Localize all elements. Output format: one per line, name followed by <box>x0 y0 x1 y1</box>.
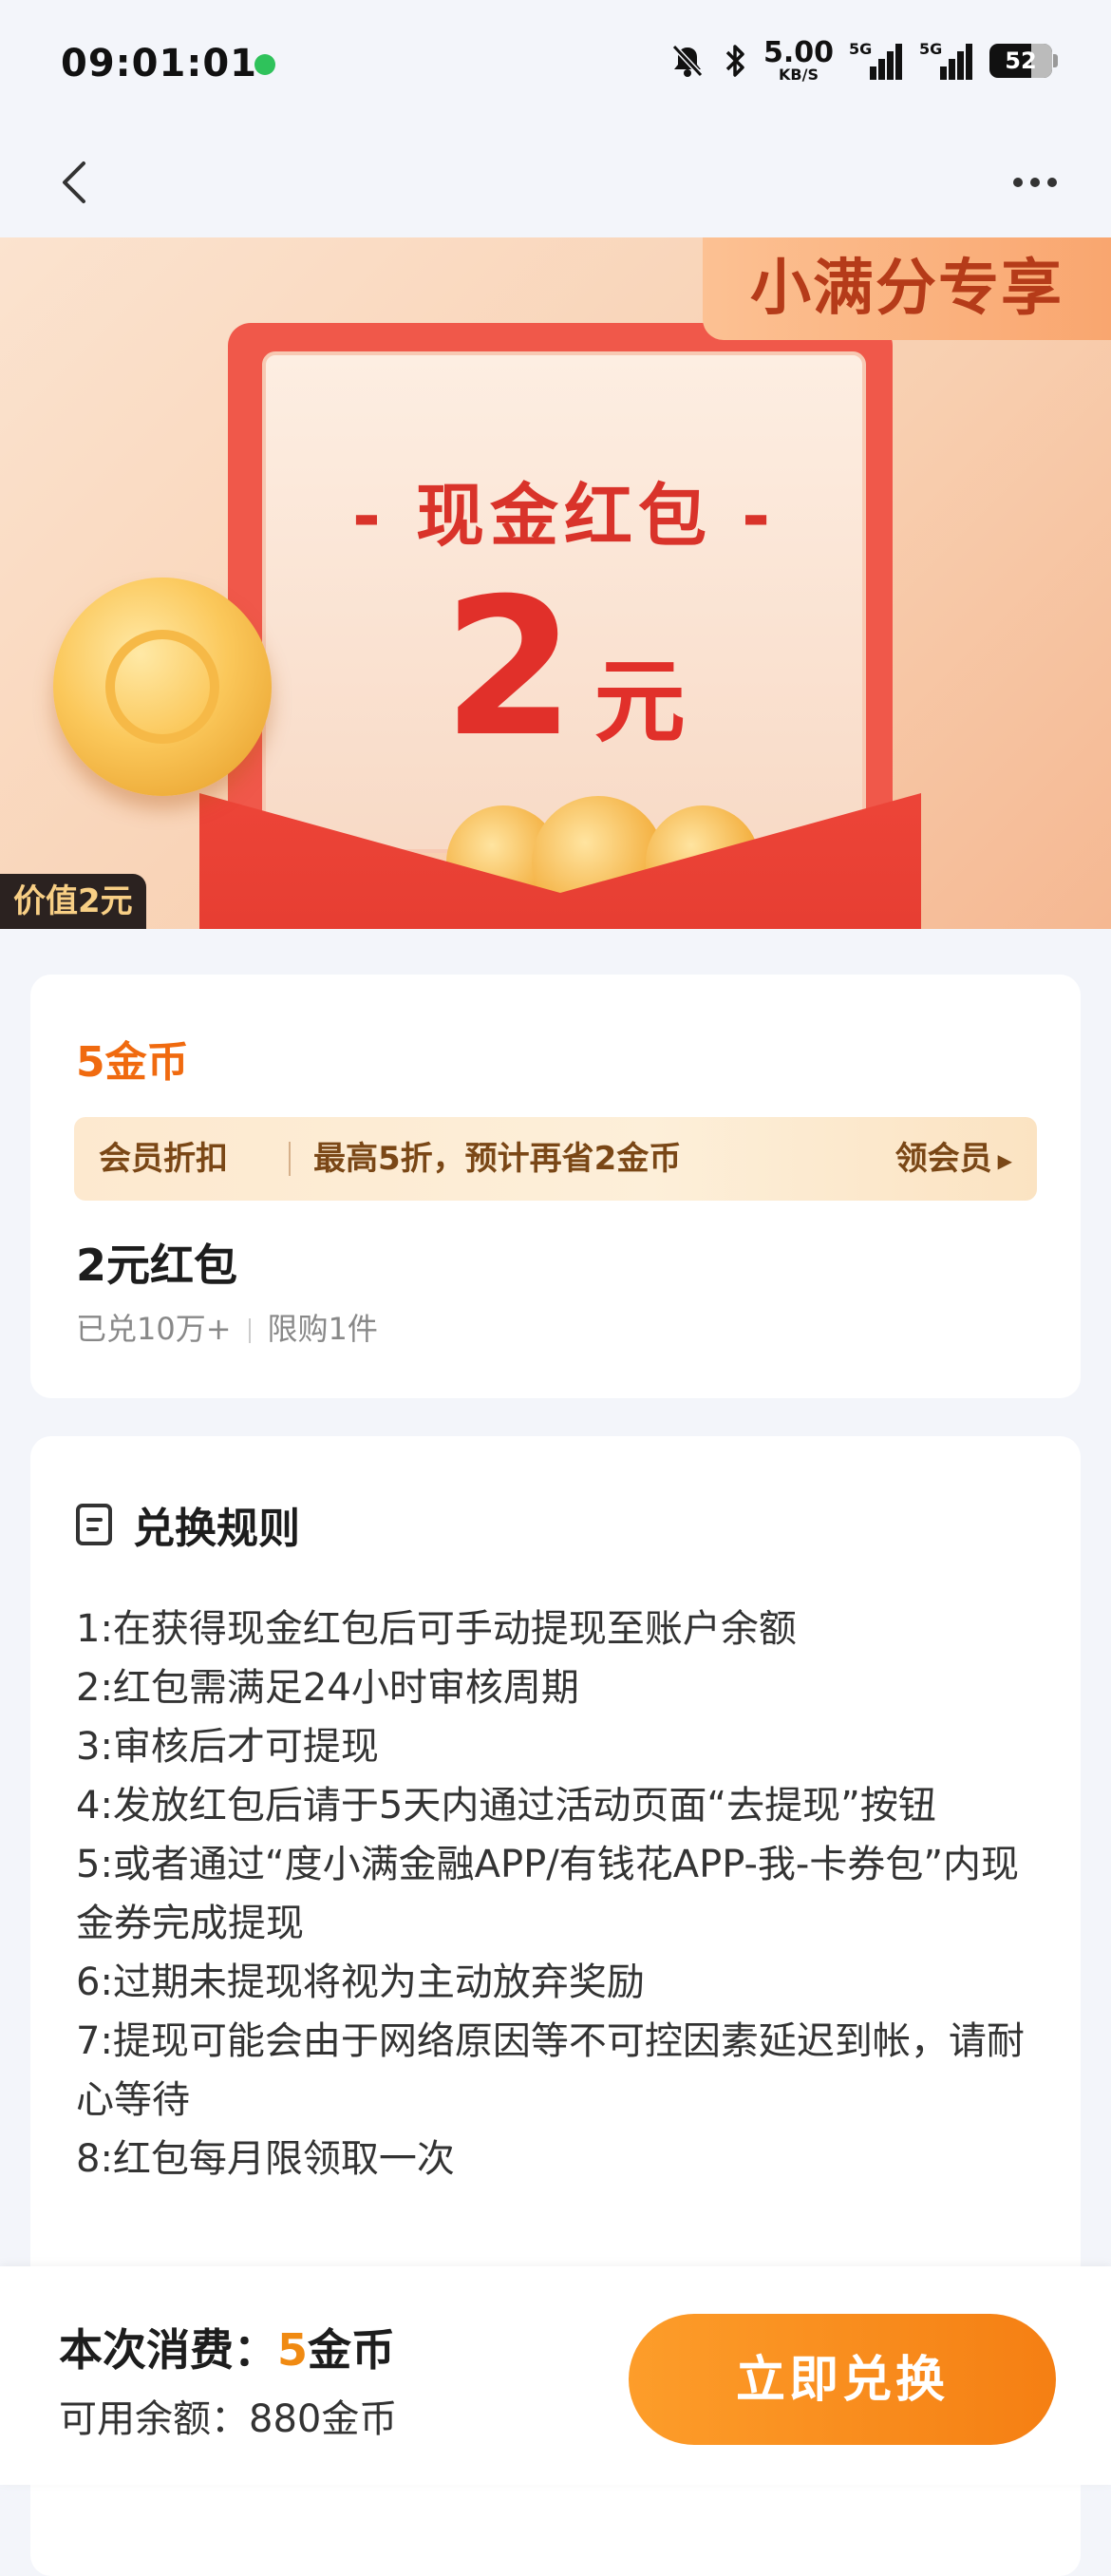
rule-item: 3:审核后才可提现 <box>76 1725 379 1769</box>
status-icons: 5.00 KB/S 5G 5G 52 <box>668 36 1058 84</box>
exclusive-tag: 小满分专享 <box>703 237 1111 340</box>
product-name: 2元红包 <box>76 1240 238 1291</box>
rule-item: 1:在获得现金红包后可手动提现至账户余额 <box>76 1607 797 1651</box>
member-discount-bar[interactable]: 会员折扣 最高5折，预计再省2金币 领会员 ▶ <box>74 1117 1037 1201</box>
signal-icon-2: 5G <box>919 40 974 82</box>
divider <box>248 1318 251 1343</box>
back-button[interactable] <box>51 154 108 211</box>
rule-item: 7:提现可能会由于网络原因等不可控因素延迟到帐，请耐心等待 <box>76 2019 1025 2122</box>
caret-right-icon: ▶ <box>997 1148 1012 1172</box>
envelope-amount: 2元 <box>443 558 686 779</box>
product-banner: - 现金红包 - 2元 小满分专享 价值2元 <box>0 237 1111 929</box>
signal-icon: 5G <box>849 40 904 82</box>
document-icon <box>76 1504 112 1545</box>
status-time: 09:01:01 <box>61 42 257 85</box>
mute-bell-icon <box>671 44 704 78</box>
cost-amount: 5 <box>277 2324 309 2376</box>
envelope-title: - 现金红包 - <box>352 476 776 556</box>
rule-item: 6:过期未提现将视为主动放弃奖励 <box>76 1960 645 2004</box>
gold-coin-icon <box>53 578 272 796</box>
purchase-limit: 限购1件 <box>267 1311 378 1347</box>
rule-item: 8:红包每月限领取一次 <box>76 2137 455 2181</box>
red-envelope: - 现金红包 - 2元 <box>228 323 893 853</box>
nav-bar <box>0 133 1111 237</box>
status-bar: 09:01:01 5.00 KB/S 5G 5G 52 <box>0 0 1111 133</box>
bottom-action-bar: 本次消费：5金币 可用余额：880金币 立即兑换 <box>0 2266 1111 2485</box>
chevron-left-icon <box>63 161 85 203</box>
battery-icon: 52 <box>989 44 1058 78</box>
cost-summary: 本次消费：5金币 <box>59 2324 396 2376</box>
product-meta: 已兑10万+ 限购1件 <box>76 1305 378 1349</box>
rule-item: 5:或者通过“度小满金融APP/有钱花APP-我-卡券包”内现金券完成提现 <box>76 1843 1020 1945</box>
available-balance: 可用余额：880金币 <box>59 2397 398 2441</box>
rule-item: 4:发放红包后请于5天内通过活动页面“去提现”按钮 <box>76 1784 936 1828</box>
chat-notification-icon <box>254 54 275 75</box>
divider <box>289 1142 291 1176</box>
rules-title: 兑换规则 <box>133 1505 300 1553</box>
get-membership-link[interactable]: 领会员 ▶ <box>895 1117 1012 1203</box>
sold-count: 已兑10万+ <box>76 1311 232 1347</box>
more-button[interactable] <box>997 154 1073 211</box>
member-label: 会员折扣 <box>99 1140 228 1178</box>
network-speed: 5.00 KB/S <box>763 36 834 84</box>
rules-list: 1:在获得现金红包后可手动提现至账户余额 2:红包需满足24小时审核周期 3:审… <box>76 1600 1035 2188</box>
price: 5金币 <box>76 1038 189 1087</box>
more-dots-icon <box>1013 178 1057 187</box>
redeem-button[interactable]: 立即兑换 <box>629 2314 1056 2445</box>
member-desc: 最高5折，预计再省2金币 <box>313 1140 682 1178</box>
rules-header: 兑换规则 <box>76 1493 300 1556</box>
product-info-card: 5金币 会员折扣 最高5折，预计再省2金币 领会员 ▶ 2元红包 已兑10万+ 限购… <box>30 975 1081 1398</box>
value-badge: 价值2元 <box>0 874 146 929</box>
bluetooth-icon <box>725 45 744 77</box>
rule-item: 2:红包需满足24小时审核周期 <box>76 1666 579 1710</box>
